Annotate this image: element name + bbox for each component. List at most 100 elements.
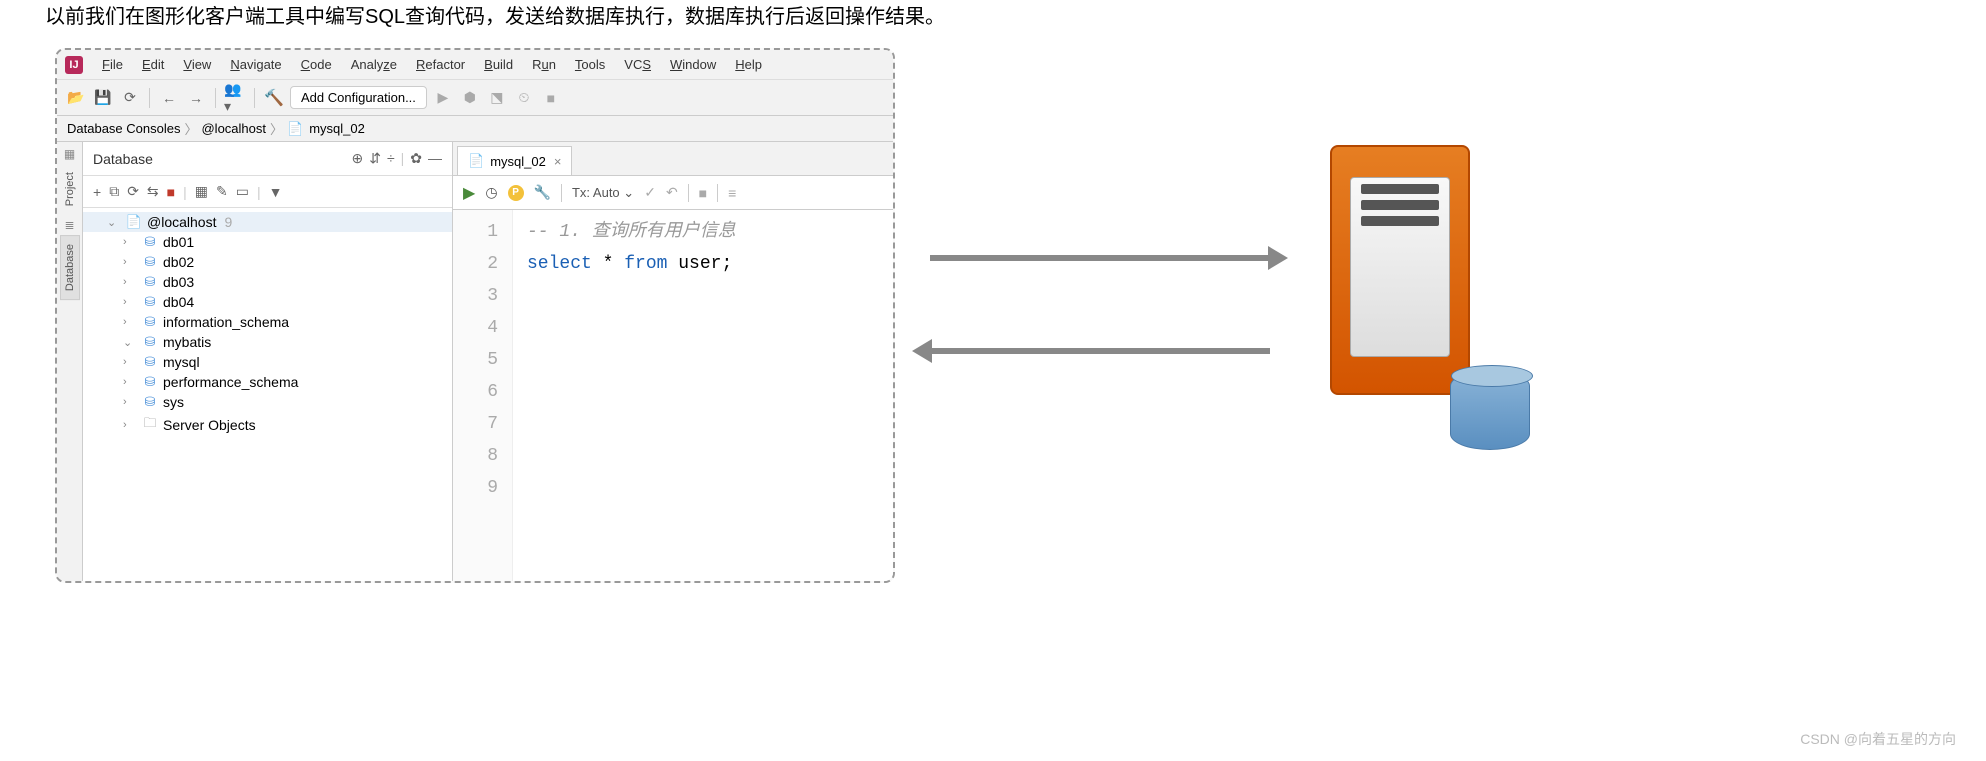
menu-window[interactable]: Window [662, 54, 724, 75]
hide-icon[interactable]: — [428, 150, 442, 167]
code-line: select * from user; [527, 248, 879, 280]
menu-navigate[interactable]: Navigate [222, 54, 289, 75]
menu-build[interactable]: Build [476, 54, 521, 75]
side-tab-project[interactable]: Project [61, 164, 79, 214]
build-icon[interactable]: 🔨 [263, 87, 285, 109]
menu-vcs[interactable]: VCS [616, 54, 659, 75]
chevron-down-icon: ⌄ [123, 336, 137, 349]
refresh-icon[interactable]: ⟳ [119, 87, 141, 109]
tree-item[interactable]: ›⛁mysql [83, 352, 452, 372]
commit-icon[interactable]: ✓ [644, 184, 656, 201]
schema-icon: ⛁ [141, 234, 159, 250]
history-icon[interactable]: ◷ [485, 184, 497, 201]
duplicate-icon[interactable]: ⧉ [109, 183, 119, 200]
menu-edit[interactable]: Edit [134, 54, 172, 75]
datasource-icon: 📄 [125, 214, 143, 230]
database-icon: ≣ [62, 217, 78, 233]
menu-code[interactable]: Code [293, 54, 340, 75]
tree-label: performance_schema [163, 374, 298, 390]
editor-tab-bar: 📄 mysql_02 × [453, 142, 893, 176]
user-icon[interactable]: 👥▾ [224, 87, 246, 109]
console-icon[interactable]: ▭ [236, 183, 249, 200]
refresh-icon[interactable]: ⟳ [127, 183, 139, 200]
tree-item[interactable]: ›⛁db01 [83, 232, 452, 252]
wrench-icon[interactable]: 🔧 [534, 184, 551, 201]
schema-icon: ⛁ [141, 374, 159, 390]
schema-icon: ⛁ [141, 314, 159, 330]
menu-file[interactable]: File [94, 54, 131, 75]
sync-icon[interactable]: ⇆ [147, 183, 159, 200]
separator [717, 184, 718, 202]
stop-icon[interactable]: ■ [540, 87, 562, 109]
target-icon[interactable]: ⊕ [351, 150, 363, 167]
menu-tools[interactable]: Tools [567, 54, 613, 75]
separator: | [183, 184, 187, 200]
breadcrumb-seg[interactable]: Database Consoles [67, 121, 180, 136]
side-tab-strip: ▦ Project ≣ Database [57, 142, 83, 581]
filter-icon[interactable]: ▼ [269, 184, 283, 200]
tree-item[interactable]: ⌄⛁mybatis [83, 332, 452, 352]
tree-host[interactable]: ⌄ 📄 @localhost 9 [83, 212, 452, 232]
tree-item[interactable]: ›⛁db03 [83, 272, 452, 292]
profile-icon[interactable]: ⏲ [513, 87, 535, 109]
run-config-dropdown[interactable]: Add Configuration... [290, 86, 427, 109]
open-icon[interactable]: 📂 [65, 87, 87, 109]
separator [254, 88, 255, 108]
run-icon[interactable]: ▶ [432, 87, 454, 109]
code-content[interactable]: -- 1. 查询所有用户信息 select * from user; [513, 210, 893, 581]
run-icon[interactable]: ▶ [463, 183, 475, 203]
tree-item[interactable]: ›⛁performance_schema [83, 372, 452, 392]
collapse-icon[interactable]: ÷ [387, 150, 395, 167]
tx-mode-dropdown[interactable]: Tx: Auto ⌄ [572, 185, 634, 201]
tree-item[interactable]: ›⛁sys [83, 392, 452, 412]
line-number: 5 [453, 344, 498, 376]
breadcrumb-seg[interactable]: mysql_02 [309, 121, 365, 136]
tree-label: db01 [163, 234, 194, 250]
menu-refactor[interactable]: Refactor [408, 54, 473, 75]
add-icon[interactable]: + [93, 184, 101, 200]
project-icon: ▦ [62, 146, 78, 162]
side-tab-database[interactable]: Database [60, 235, 80, 300]
menu-help[interactable]: Help [727, 54, 770, 75]
edit-icon[interactable]: ✎ [216, 183, 228, 200]
rollback-icon[interactable]: ↶ [666, 184, 678, 201]
tree-label: db02 [163, 254, 194, 270]
expand-icon[interactable]: ⇵ [369, 150, 381, 167]
tree-label: mybatis [163, 334, 211, 350]
tree-item[interactable]: ›⛁information_schema [83, 312, 452, 332]
save-icon[interactable]: 💾 [92, 87, 114, 109]
tree-item[interactable]: ›⛁db04 [83, 292, 452, 312]
stop-icon[interactable]: ■ [167, 184, 175, 200]
debug-icon[interactable]: ⬢ [459, 87, 481, 109]
separator: | [401, 150, 405, 167]
menu-view[interactable]: View [175, 54, 219, 75]
line-gutter: 123456789 [453, 210, 513, 581]
coverage-icon[interactable]: ⬔ [486, 87, 508, 109]
tree-label: db04 [163, 294, 194, 310]
menu-run[interactable]: Run [524, 54, 564, 75]
gear-icon[interactable]: ✿ [410, 150, 422, 167]
plan-icon[interactable]: P [508, 185, 524, 201]
forward-icon[interactable]: → [185, 87, 207, 109]
tree-item[interactable]: ›⛁db02 [83, 252, 452, 272]
line-number: 2 [453, 248, 498, 280]
breadcrumb-seg[interactable]: @localhost [201, 121, 266, 136]
tree-count: 9 [224, 214, 232, 230]
cancel-icon[interactable]: ■ [699, 185, 707, 201]
settings-icon[interactable]: ≡ [728, 185, 736, 201]
folder-icon: 🗀 [141, 414, 159, 436]
schema-icon: ⛁ [141, 254, 159, 270]
chevron-down-icon: ⌄ [107, 216, 121, 229]
database-panel-header: Database ⊕ ⇵ ÷ | ✿ — [83, 142, 452, 176]
tree-label: db03 [163, 274, 194, 290]
tree-label: @localhost [147, 214, 216, 230]
back-icon[interactable]: ← [158, 87, 180, 109]
database-tree: ⌄ 📄 @localhost 9 ›⛁db01›⛁db02›⛁db03›⛁db0… [83, 208, 452, 581]
menu-analyze[interactable]: Analyze [343, 54, 405, 75]
close-icon[interactable]: × [554, 154, 562, 169]
editor-tab[interactable]: 📄 mysql_02 × [457, 146, 572, 175]
table-icon[interactable]: ▦ [195, 183, 208, 200]
page-caption: 以前我们在图形化客户端工具中编写SQL查询代码，发送给数据库执行，数据库执行后返… [45, 0, 945, 29]
tree-item[interactable]: ›🗀Server Objects [83, 412, 452, 438]
code-editor[interactable]: 123456789 -- 1. 查询所有用户信息 select * from u… [453, 210, 893, 581]
